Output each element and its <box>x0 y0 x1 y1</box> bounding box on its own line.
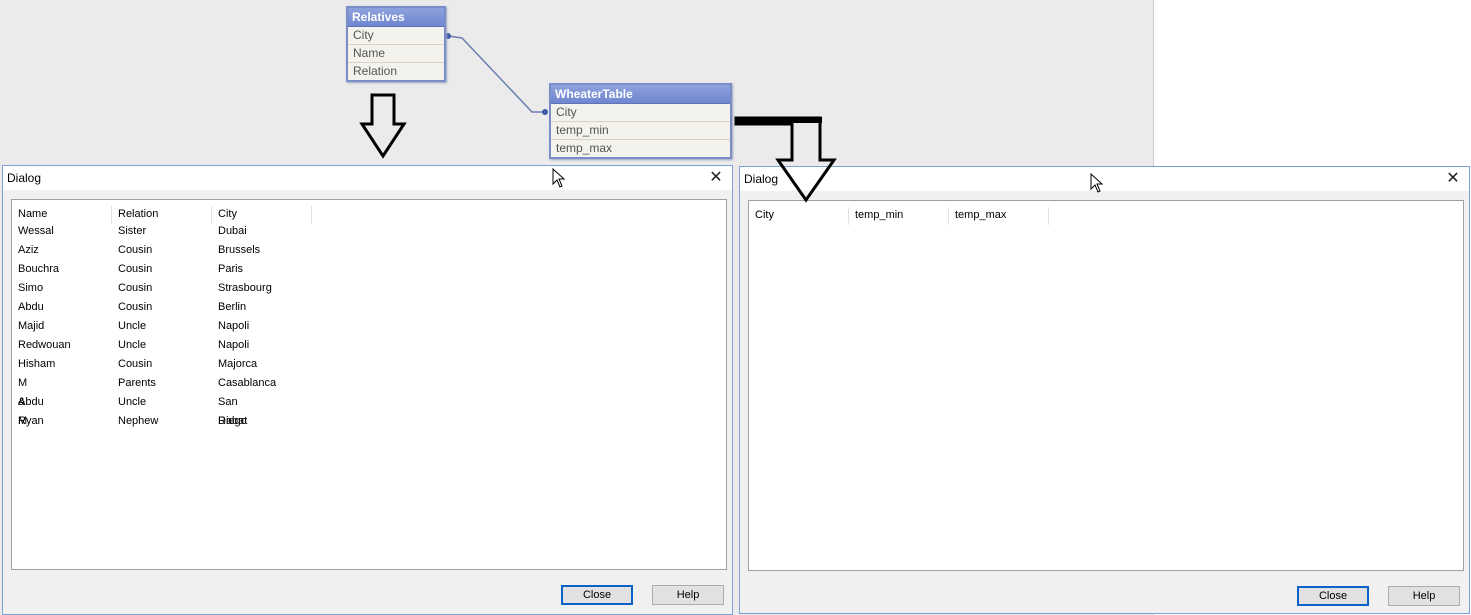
mouse-cursor-icon <box>552 168 566 188</box>
table-cell: Cousin <box>118 358 153 370</box>
list-header: City temp_min temp_max <box>749 207 1049 225</box>
table-cell: Ryan <box>18 415 44 427</box>
close-x-icon[interactable]: ✕ <box>1443 169 1463 189</box>
table-cell: Napoli <box>218 320 250 332</box>
close-x-icon[interactable]: ✕ <box>706 168 726 188</box>
help-button[interactable]: Help <box>652 585 724 605</box>
dialog-titlebar[interactable]: Dialog ✕ <box>3 166 732 190</box>
table-cell: Cousin <box>118 282 153 294</box>
table-cell: Redwouan <box>18 339 71 351</box>
dialog-titlebar[interactable]: Dialog ✕ <box>740 167 1469 191</box>
table-cell: Abdu <box>18 396 44 408</box>
table-cell: Casablanca <box>218 377 277 389</box>
table-cell: Napoli <box>218 339 250 351</box>
dialog-relatives: Dialog ✕ Name Relation City Wessal Sister… <box>2 165 733 615</box>
table-cell: Majorca <box>218 358 258 370</box>
mouse-cursor-icon <box>1090 173 1104 193</box>
table-cell: Dubai <box>218 225 247 237</box>
table-cell: Strasbourg <box>218 282 272 294</box>
table-cell: Wessal <box>18 225 54 237</box>
relatives-field-relation[interactable]: Relation <box>348 63 444 80</box>
list-header: Name Relation City <box>12 206 312 224</box>
weather-field-temp-max[interactable]: temp_max <box>551 140 730 157</box>
table-cell: Bouchra <box>18 263 59 275</box>
weather-field-city[interactable]: City <box>551 104 730 122</box>
relatives-list[interactable]: Name Relation City Wessal Sister Dubai Aziz… <box>11 199 727 570</box>
column-header-temp-min[interactable]: temp_min <box>849 207 949 225</box>
table-cell: Paris <box>218 263 244 275</box>
relatives-field-name[interactable]: Name <box>348 45 444 63</box>
table-cell: Berlin <box>218 301 247 313</box>
relatives-table-box[interactable]: Relatives City Name Relation <box>346 6 446 82</box>
weather-table-box[interactable]: WheaterTable City temp_min temp_max <box>549 83 732 159</box>
table-cell: Cousin <box>118 244 153 256</box>
help-button[interactable]: Help <box>1388 586 1460 606</box>
table-cell: Uncle <box>118 320 147 332</box>
relatives-field-city[interactable]: City <box>348 27 444 45</box>
close-button[interactable]: Close <box>1297 586 1369 606</box>
dialog-title: Dialog <box>7 171 42 185</box>
table-cell: Brussels <box>218 244 261 256</box>
table-cell: Uncle <box>118 339 147 351</box>
table-cell: Rabat <box>218 415 248 427</box>
table-cell: Majid <box>18 320 45 332</box>
table-cell: Uncle <box>118 396 147 408</box>
table-cell: Parents <box>118 377 156 389</box>
table-cell: Abdu <box>18 301 44 313</box>
table-cell: Sister <box>118 225 147 237</box>
close-button[interactable]: Close <box>561 585 633 605</box>
weather-list[interactable]: City temp_min temp_max <box>748 200 1464 571</box>
table-cell: Aziz <box>18 244 39 256</box>
column-header-temp-max[interactable]: temp_max <box>949 207 1049 225</box>
relatives-table-title[interactable]: Relatives <box>348 8 444 27</box>
weather-field-temp-min[interactable]: temp_min <box>551 122 730 140</box>
table-cell: Hisham <box>18 358 56 370</box>
dialog-weather: Dialog ✕ City temp_min temp_max Close He… <box>739 166 1470 614</box>
dialog-title: Dialog <box>744 172 779 186</box>
table-cell: Simo <box>18 282 44 294</box>
column-header-city[interactable]: City <box>749 207 849 225</box>
table-cell: Cousin <box>118 301 153 313</box>
table-cell: Cousin <box>118 263 153 275</box>
weather-table-title[interactable]: WheaterTable <box>551 85 730 104</box>
table-cell: Nephew <box>118 415 159 427</box>
